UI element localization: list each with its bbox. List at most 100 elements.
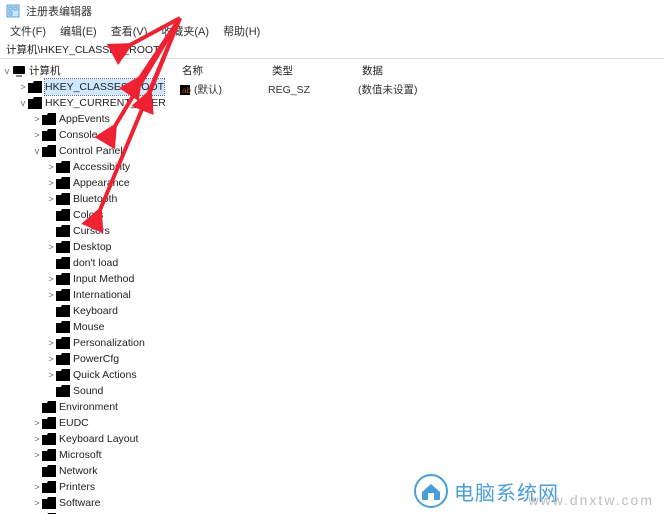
folder-icon	[42, 481, 56, 493]
expand-icon[interactable]: >	[46, 351, 56, 367]
expand-icon[interactable]: >	[46, 367, 56, 383]
folder-icon	[28, 81, 42, 93]
value-type: REG_SZ	[268, 84, 358, 96]
folder-icon	[28, 97, 42, 109]
folder-icon	[56, 209, 70, 221]
regedit-app-icon	[6, 4, 20, 18]
menu-view[interactable]: 查看(V)	[105, 22, 154, 40]
expand-icon[interactable]: >	[46, 191, 56, 207]
list-row-default[interactable]: (默认) REG_SZ (数值未设置)	[178, 82, 658, 97]
menu-edit[interactable]: 编辑(E)	[54, 22, 103, 40]
col-header-type[interactable]: 类型	[268, 61, 358, 80]
value-name: (默认)	[194, 82, 222, 97]
tree-cursors[interactable]: Cursors	[2, 223, 172, 239]
expand-icon[interactable]: >	[46, 287, 56, 303]
list-header: 名称 类型 数据	[178, 61, 658, 80]
tree-software[interactable]: >Software	[2, 495, 172, 511]
folder-icon	[56, 177, 70, 189]
menu-favorites[interactable]: 收藏夹(A)	[155, 22, 215, 40]
expand-icon[interactable]: >	[32, 111, 42, 127]
folder-icon	[56, 257, 70, 269]
folder-icon	[42, 113, 56, 125]
tree-controlpanel[interactable]: vControl Panel	[2, 143, 172, 159]
tree-printers[interactable]: >Printers	[2, 479, 172, 495]
folder-icon	[56, 289, 70, 301]
tree-quickactions[interactable]: >Quick Actions	[2, 367, 172, 383]
tree-appevents[interactable]: >AppEvents	[2, 111, 172, 127]
watermark-url: www.dnxtw.com	[528, 492, 654, 508]
tree-sound[interactable]: Sound	[2, 383, 172, 399]
tree-powercfg[interactable]: >PowerCfg	[2, 351, 172, 367]
col-header-name[interactable]: 名称	[178, 61, 268, 80]
window-title: 注册表编辑器	[26, 3, 92, 19]
computer-icon	[12, 65, 26, 77]
folder-icon	[42, 433, 56, 445]
blank-icon	[46, 383, 56, 399]
expand-icon[interactable]: >	[32, 447, 42, 463]
folder-icon	[42, 465, 56, 477]
tree-hkcu[interactable]: v HKEY_CURRENT_USER	[2, 95, 172, 111]
tree-bluetooth[interactable]: >Bluetooth	[2, 191, 172, 207]
tree-colors[interactable]: Colors	[2, 207, 172, 223]
collapse-icon[interactable]: v	[18, 95, 28, 111]
registry-tree[interactable]: v 计算机 > HKEY_CLASSES_ROOT v HKEY_CURRENT…	[0, 59, 172, 514]
blank-icon	[46, 207, 56, 223]
folder-icon	[42, 145, 56, 157]
tree-desktop[interactable]: >Desktop	[2, 239, 172, 255]
tree-keyboard[interactable]: Keyboard	[2, 303, 172, 319]
col-header-data[interactable]: 数据	[358, 61, 658, 80]
expand-icon[interactable]: >	[46, 271, 56, 287]
expand-icon[interactable]: >	[32, 127, 42, 143]
value-list-pane[interactable]: 名称 类型 数据 (默认) REG_SZ (数值未设置)	[172, 59, 664, 514]
folder-icon	[56, 305, 70, 317]
tree-eudc[interactable]: >EUDC	[2, 415, 172, 431]
window-titlebar: 注册表编辑器	[0, 0, 664, 22]
tree-console[interactable]: >Console	[2, 127, 172, 143]
expand-icon[interactable]: >	[32, 479, 42, 495]
expand-icon[interactable]: >	[32, 495, 42, 511]
expand-icon[interactable]: >	[46, 239, 56, 255]
folder-icon	[42, 401, 56, 413]
folder-icon	[56, 241, 70, 253]
expand-icon[interactable]: v	[2, 63, 12, 79]
expand-icon[interactable]: >	[46, 335, 56, 351]
folder-icon	[42, 129, 56, 141]
folder-icon	[42, 449, 56, 461]
folder-icon	[56, 353, 70, 365]
tree-network[interactable]: Network	[2, 463, 172, 479]
folder-icon	[56, 193, 70, 205]
blank-icon	[46, 319, 56, 335]
expand-icon[interactable]: >	[46, 159, 56, 175]
tree-hkcr[interactable]: > HKEY_CLASSES_ROOT	[2, 79, 172, 95]
value-data: (数值未设置)	[358, 82, 658, 97]
collapse-icon[interactable]: v	[32, 143, 42, 159]
blank-icon	[46, 303, 56, 319]
string-value-icon	[178, 83, 192, 97]
menu-help[interactable]: 帮助(H)	[217, 22, 266, 40]
tree-inputmethod[interactable]: >Input Method	[2, 271, 172, 287]
folder-icon	[56, 273, 70, 285]
folder-icon	[56, 225, 70, 237]
expand-icon[interactable]: >	[32, 431, 42, 447]
tree-microsoft[interactable]: >Microsoft	[2, 447, 172, 463]
tree-mouse[interactable]: Mouse	[2, 319, 172, 335]
expand-icon[interactable]: >	[18, 79, 28, 95]
address-path: 计算机\HKEY_CLASSES_ROOT	[6, 42, 159, 57]
address-bar[interactable]: 计算机\HKEY_CLASSES_ROOT	[0, 40, 664, 58]
tree-keyboardlayout[interactable]: >Keyboard Layout	[2, 431, 172, 447]
menu-file[interactable]: 文件(F)	[4, 22, 52, 40]
folder-icon	[56, 337, 70, 349]
tree-dontload[interactable]: don't load	[2, 255, 172, 271]
tree-appearance[interactable]: >Appearance	[2, 175, 172, 191]
expand-icon[interactable]: >	[32, 415, 42, 431]
tree-accessibility[interactable]: >Accessibility	[2, 159, 172, 175]
expand-icon[interactable]: >	[46, 175, 56, 191]
tree-environment[interactable]: Environment	[2, 399, 172, 415]
blank-icon	[46, 223, 56, 239]
tree-root-computer[interactable]: v 计算机	[2, 63, 172, 79]
tree-personalization[interactable]: >Personalization	[2, 335, 172, 351]
folder-icon	[56, 385, 70, 397]
folder-icon	[56, 161, 70, 173]
tree-international[interactable]: >International	[2, 287, 172, 303]
folder-icon	[56, 369, 70, 381]
